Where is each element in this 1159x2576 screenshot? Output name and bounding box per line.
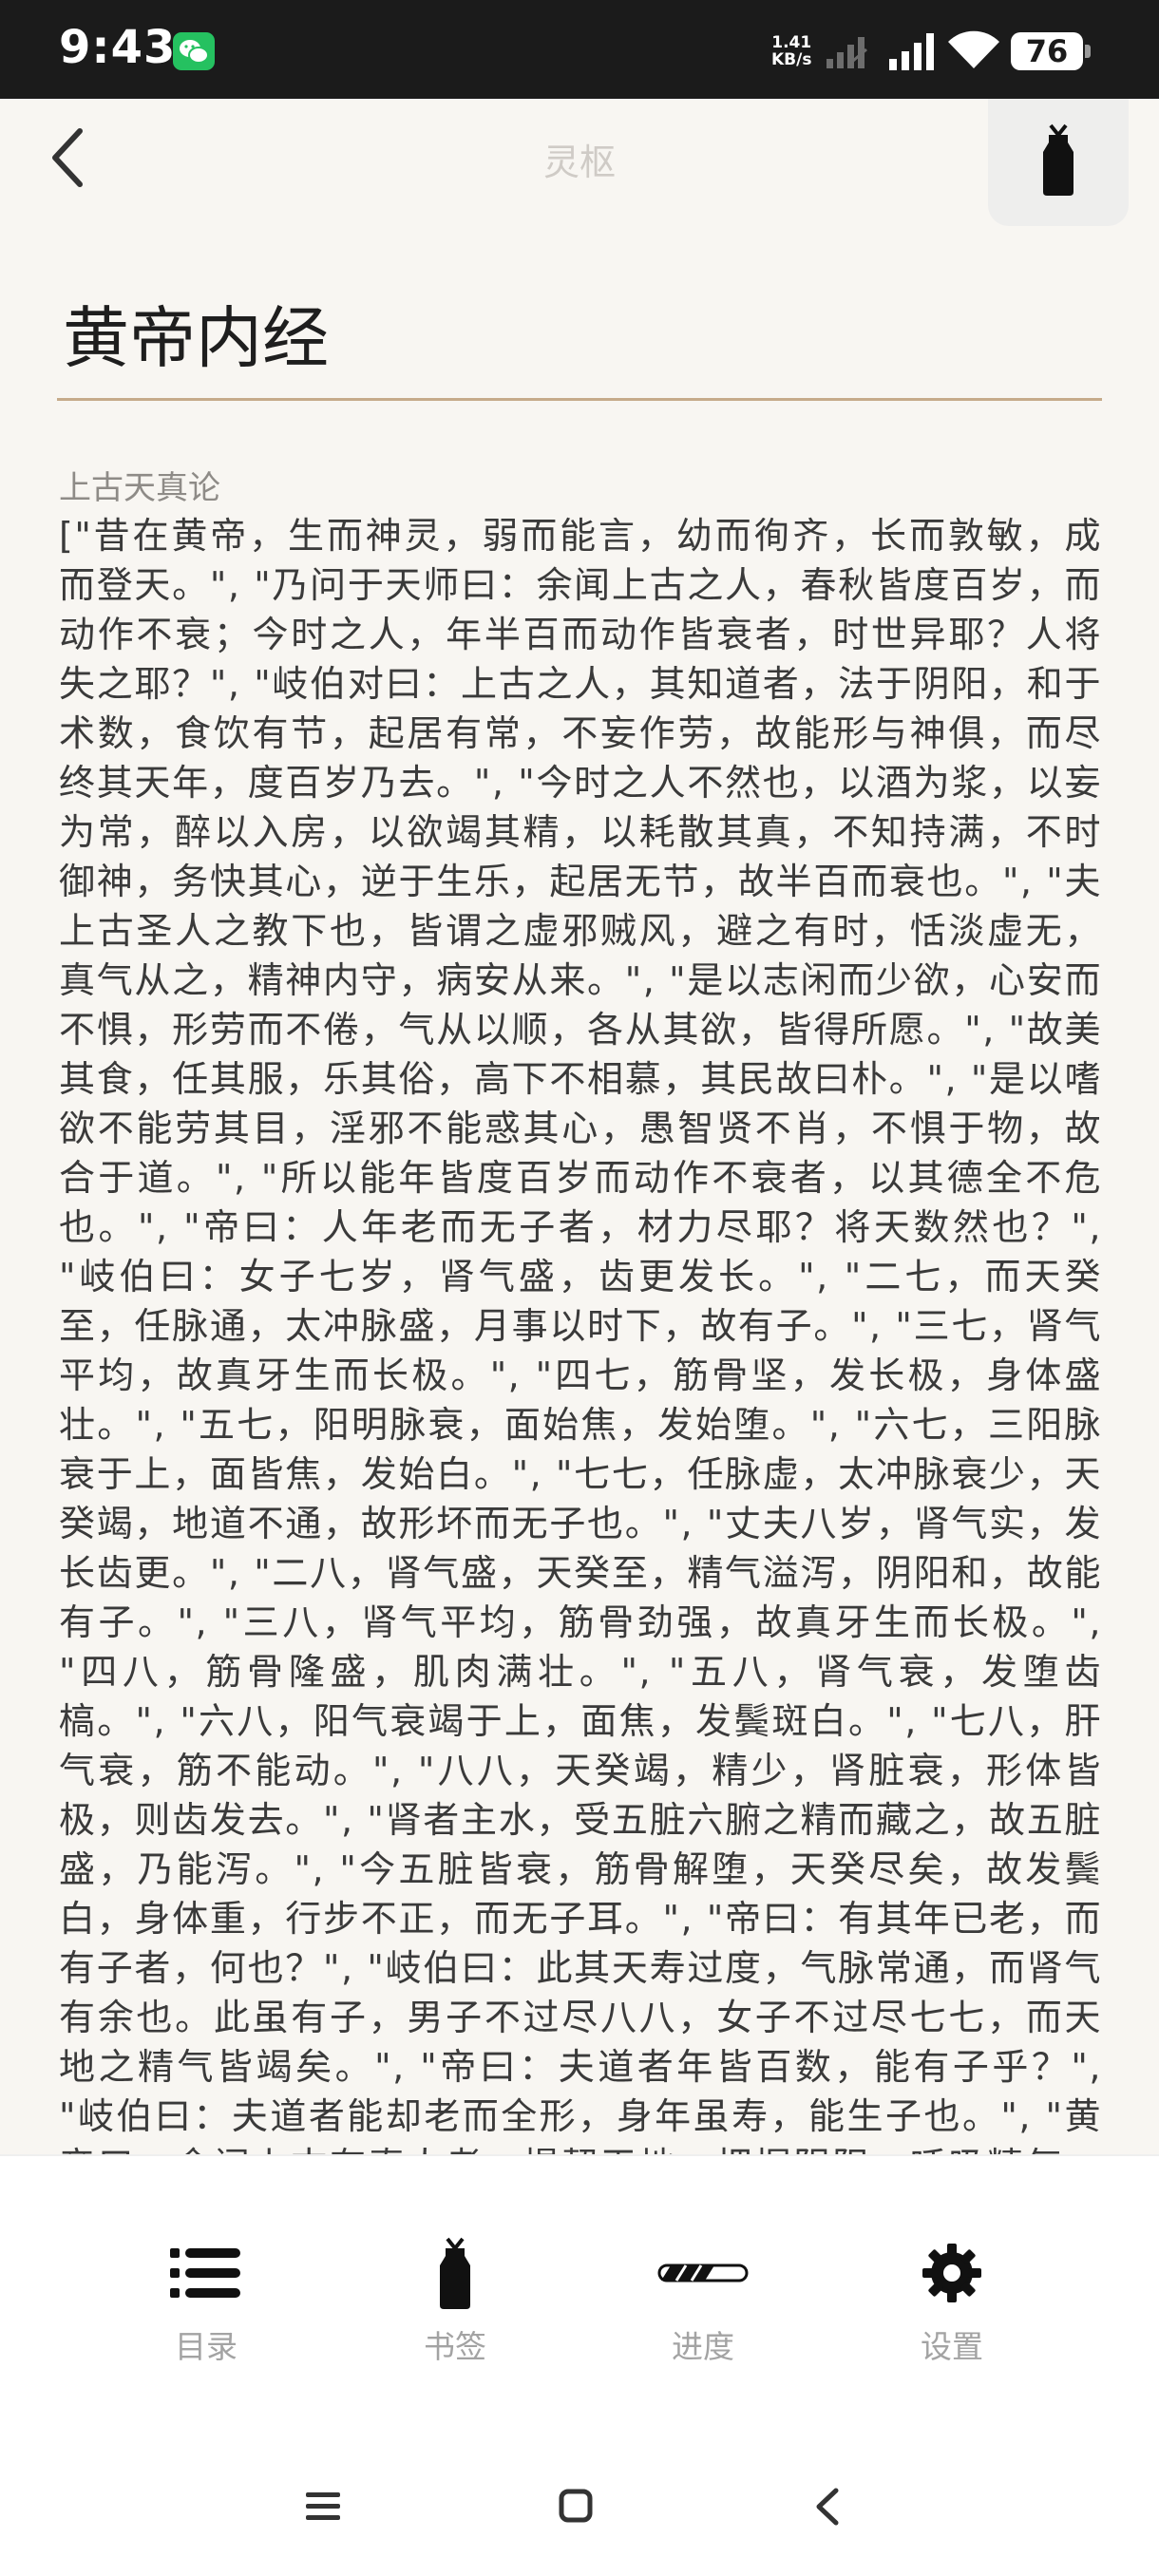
menu-icon [306, 2492, 340, 2520]
toolbar-label-progress: 进度 [672, 2328, 734, 2365]
bookmark-icon [1043, 123, 1074, 196]
status-bar: 9:43 1.41 KB/s 76 [0, 0, 1159, 99]
battery-tip [1085, 45, 1091, 58]
toolbar-item-bookmarks[interactable]: 书签 [379, 2237, 531, 2373]
toolbar-label-settings: 设置 [921, 2328, 983, 2365]
book-title: 黄帝内经 [63, 299, 329, 377]
toolbar-label-bookmarks: 书签 [424, 2328, 486, 2365]
home-square-icon [559, 2489, 593, 2523]
signal-weak-icon [826, 37, 867, 68]
bookmark-icon [379, 2237, 531, 2309]
home-button[interactable] [547, 2483, 604, 2530]
add-bookmark-button[interactable] [988, 99, 1129, 226]
chapter-title: 上古天真论 [59, 469, 220, 507]
list-icon [130, 2240, 282, 2306]
recent-apps-button[interactable] [294, 2483, 352, 2530]
progress-icon [627, 2240, 779, 2306]
system-back-button[interactable] [800, 2483, 857, 2530]
toolbar-label-contents: 目录 [175, 2328, 238, 2365]
toolbar-item-contents[interactable]: 目录 [130, 2240, 282, 2373]
network-speed: 1.41 KB/s [771, 34, 811, 68]
battery-indicator: 76 [1011, 32, 1091, 70]
toolbar-item-settings[interactable]: 设置 [876, 2240, 1028, 2373]
signal-strong-icon [889, 33, 934, 70]
wechat-notification-icon [173, 32, 215, 70]
header-title: 灵枢 [542, 142, 616, 183]
title-divider [57, 398, 1102, 401]
chevron-left-icon [816, 2488, 839, 2526]
network-speed-unit: KB/s [771, 50, 812, 69]
network-speed-value: 1.41 [771, 33, 812, 52]
status-time: 9:43 [59, 21, 177, 74]
battery-level: 76 [1011, 32, 1083, 70]
toolbar-item-progress[interactable]: 进度 [627, 2240, 779, 2373]
chapter-content: ["昔在黄帝，生而神灵，弱而能言，幼而徇齐，长而敦敏，成而登天。", "乃问于天… [59, 515, 1102, 2154]
gear-icon [876, 2240, 1028, 2306]
wifi-icon [948, 30, 999, 68]
